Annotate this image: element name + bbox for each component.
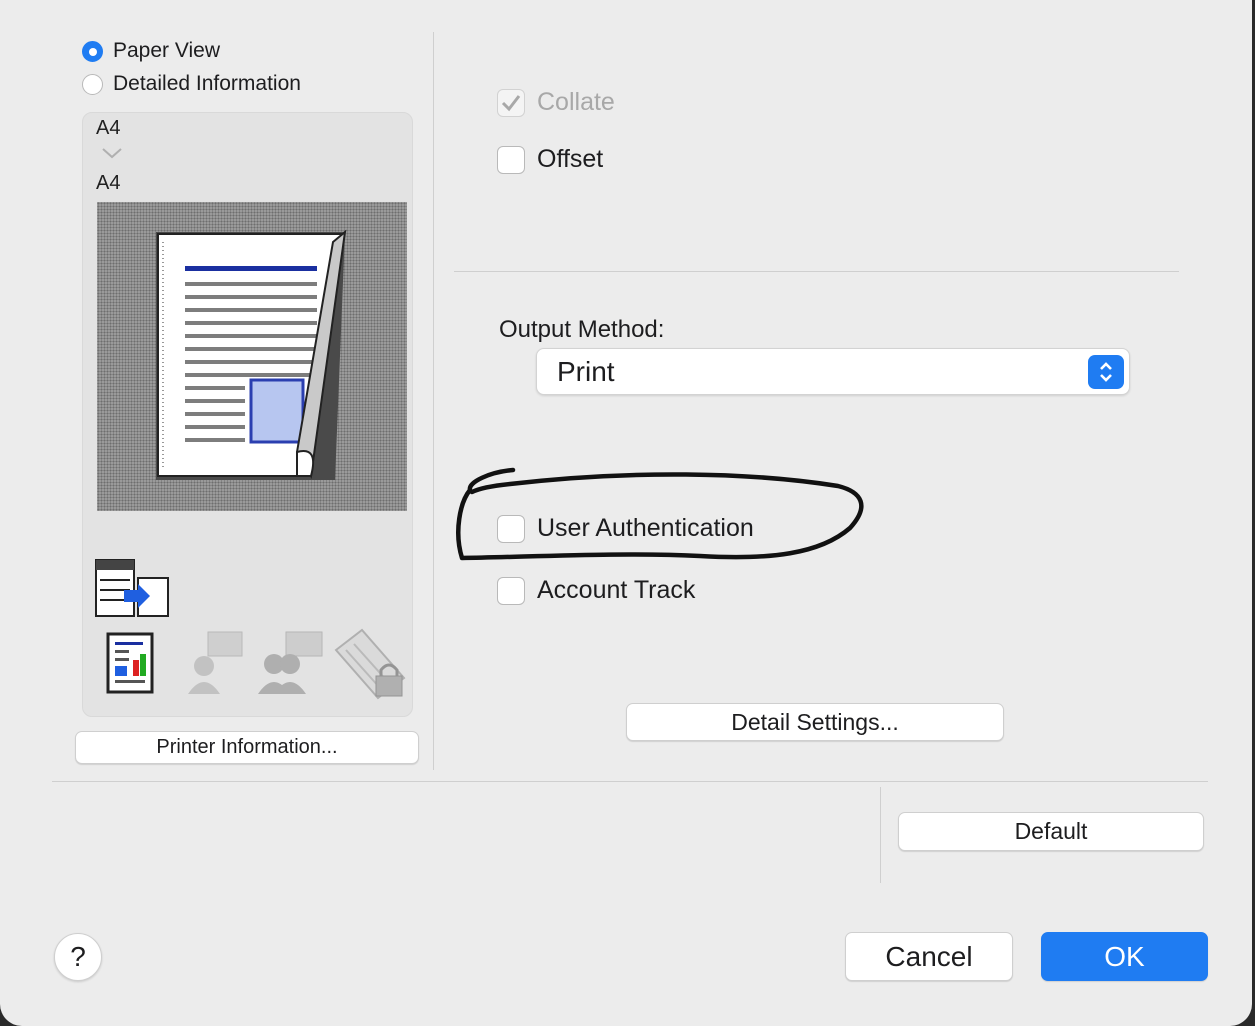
account-track-label: Account Track <box>537 576 696 604</box>
vertical-divider <box>433 32 434 770</box>
detailed-information-label: Detailed Information <box>113 72 301 95</box>
paper-preview-image <box>97 202 407 511</box>
chevron-down-icon <box>102 148 122 159</box>
detail-settings-button[interactable]: Detail Settings... <box>626 703 1004 741</box>
output-paper-size: A4 <box>96 172 121 194</box>
account-track-checkbox[interactable]: Account Track <box>497 576 695 605</box>
checkbox-box <box>497 88 525 117</box>
collate-label: Collate <box>537 88 615 116</box>
checkmark-icon <box>501 94 521 111</box>
output-method-label: Output Method: <box>499 316 665 343</box>
document-report-icon <box>106 632 154 694</box>
cancel-button[interactable]: Cancel <box>845 932 1013 981</box>
ok-button[interactable]: OK <box>1041 932 1208 981</box>
input-paper-size: A4 <box>96 117 121 139</box>
vertical-divider <box>880 787 881 883</box>
default-button[interactable]: Default <box>898 812 1204 851</box>
paper-view-label: Paper View <box>113 39 221 62</box>
radio-selected-indicator <box>82 40 103 62</box>
output-method-value: Print <box>557 355 615 387</box>
help-button[interactable]: ? <box>54 933 102 981</box>
select-arrows-icon <box>1088 355 1124 389</box>
output-method-select[interactable]: Print <box>536 348 1130 395</box>
document-page-icon <box>156 229 347 480</box>
print-settings-dialog: Paper View Detailed Information A4 A4 Pr… <box>0 0 1252 1026</box>
offset-label: Offset <box>537 145 604 173</box>
printer-output-icon <box>95 559 169 617</box>
user-authentication-icon <box>188 631 243 694</box>
account-track-icon <box>258 631 323 694</box>
checkbox-box <box>497 576 525 605</box>
radio-unselected-indicator <box>82 73 103 95</box>
offset-checkbox[interactable]: Offset <box>497 145 603 174</box>
footer-divider <box>52 781 1208 782</box>
hand-drawn-circle-annotation <box>456 467 864 561</box>
paper-view-radio[interactable]: Paper View <box>82 39 220 63</box>
detailed-information-radio[interactable]: Detailed Information <box>82 72 301 96</box>
printer-information-button[interactable]: Printer Information... <box>75 731 419 764</box>
checkbox-box <box>497 145 525 174</box>
secure-print-icon <box>334 628 406 700</box>
collate-checkbox[interactable]: Collate <box>497 88 615 117</box>
section-divider <box>454 271 1179 272</box>
